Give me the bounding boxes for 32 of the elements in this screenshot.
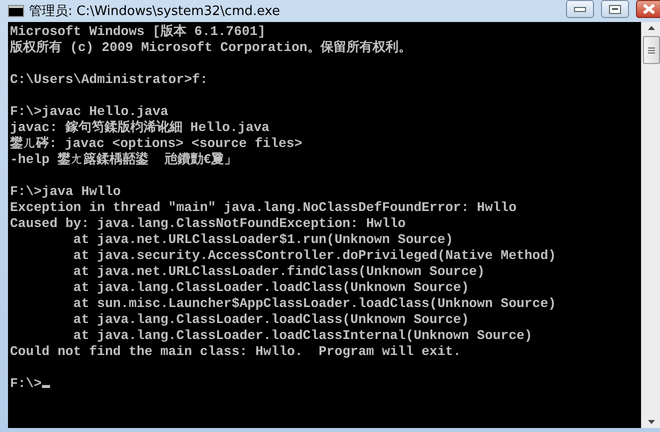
scrollbar[interactable]	[641, 22, 660, 428]
scroll-down-icon[interactable]	[648, 420, 654, 424]
console-line: F:\>java Hwllo	[10, 184, 122, 200]
console-line: F:\>	[10, 376, 639, 392]
maximize-button[interactable]	[601, 0, 629, 18]
console-line: Caused by: java.lang.ClassNotFoundException: Hwllo	[10, 216, 407, 232]
console-line: at java.lang.ClassLoader.loadClassInternal(Unknown Source)	[72, 328, 534, 344]
console-line: javac: 鎵句笉鍒版枃浠讹細 Hello.java	[10, 120, 270, 136]
window-title: 管理员: C:\Windows\system32\cmd.exe	[29, 3, 280, 20]
console-line: Microsoft Windows [版本 6.1.7601]	[10, 24, 266, 40]
console-line: at java.lang.ClassLoader.loadClass(Unknown Source)	[72, 312, 470, 328]
minimize-icon	[574, 6, 586, 12]
minimize-button[interactable]	[566, 0, 594, 18]
scroll-thumb[interactable]	[642, 36, 660, 64]
console-line: 鐢ㄦ硶: javac <options> <source files>	[10, 136, 304, 152]
console-line: Could not find the main class: Hwllo. Program will exit.	[10, 344, 462, 360]
console-line: at sun.misc.Launcher$AppClassLoader.loadClass(Unknown Source)	[72, 296, 558, 312]
console-line: F:\>javac Hello.java	[10, 104, 170, 120]
console-line: at java.security.AccessController.doPrivileged(Native Method)	[72, 248, 558, 264]
console-line: at java.net.URLClassLoader$1.run(Unknown Source)	[72, 232, 454, 248]
close-button[interactable]	[636, 0, 660, 18]
console-icon	[8, 5, 24, 17]
console-line: at java.lang.ClassLoader.loadClass(Unknown Source)	[72, 280, 470, 296]
console-line: C:\Users\Administrator>f:	[10, 72, 209, 88]
console-line: Exception in thread "main" java.lang.NoClassDefFoundError: Hwllo	[10, 200, 518, 216]
scroll-up-icon[interactable]	[648, 26, 654, 30]
close-icon	[642, 4, 654, 14]
console-line: at java.net.URLClassLoader.findClass(Unknown Source)	[72, 264, 486, 280]
console-line: 版权所有 (c) 2009 Microsoft Corporation。保留所有权利。	[10, 40, 412, 56]
console-line: -help 鐢ㄤ簬鍒楀嚭鍙 兘鐨勯€夐」	[10, 152, 238, 168]
maximize-icon	[609, 4, 621, 14]
grip-icon	[648, 46, 654, 54]
